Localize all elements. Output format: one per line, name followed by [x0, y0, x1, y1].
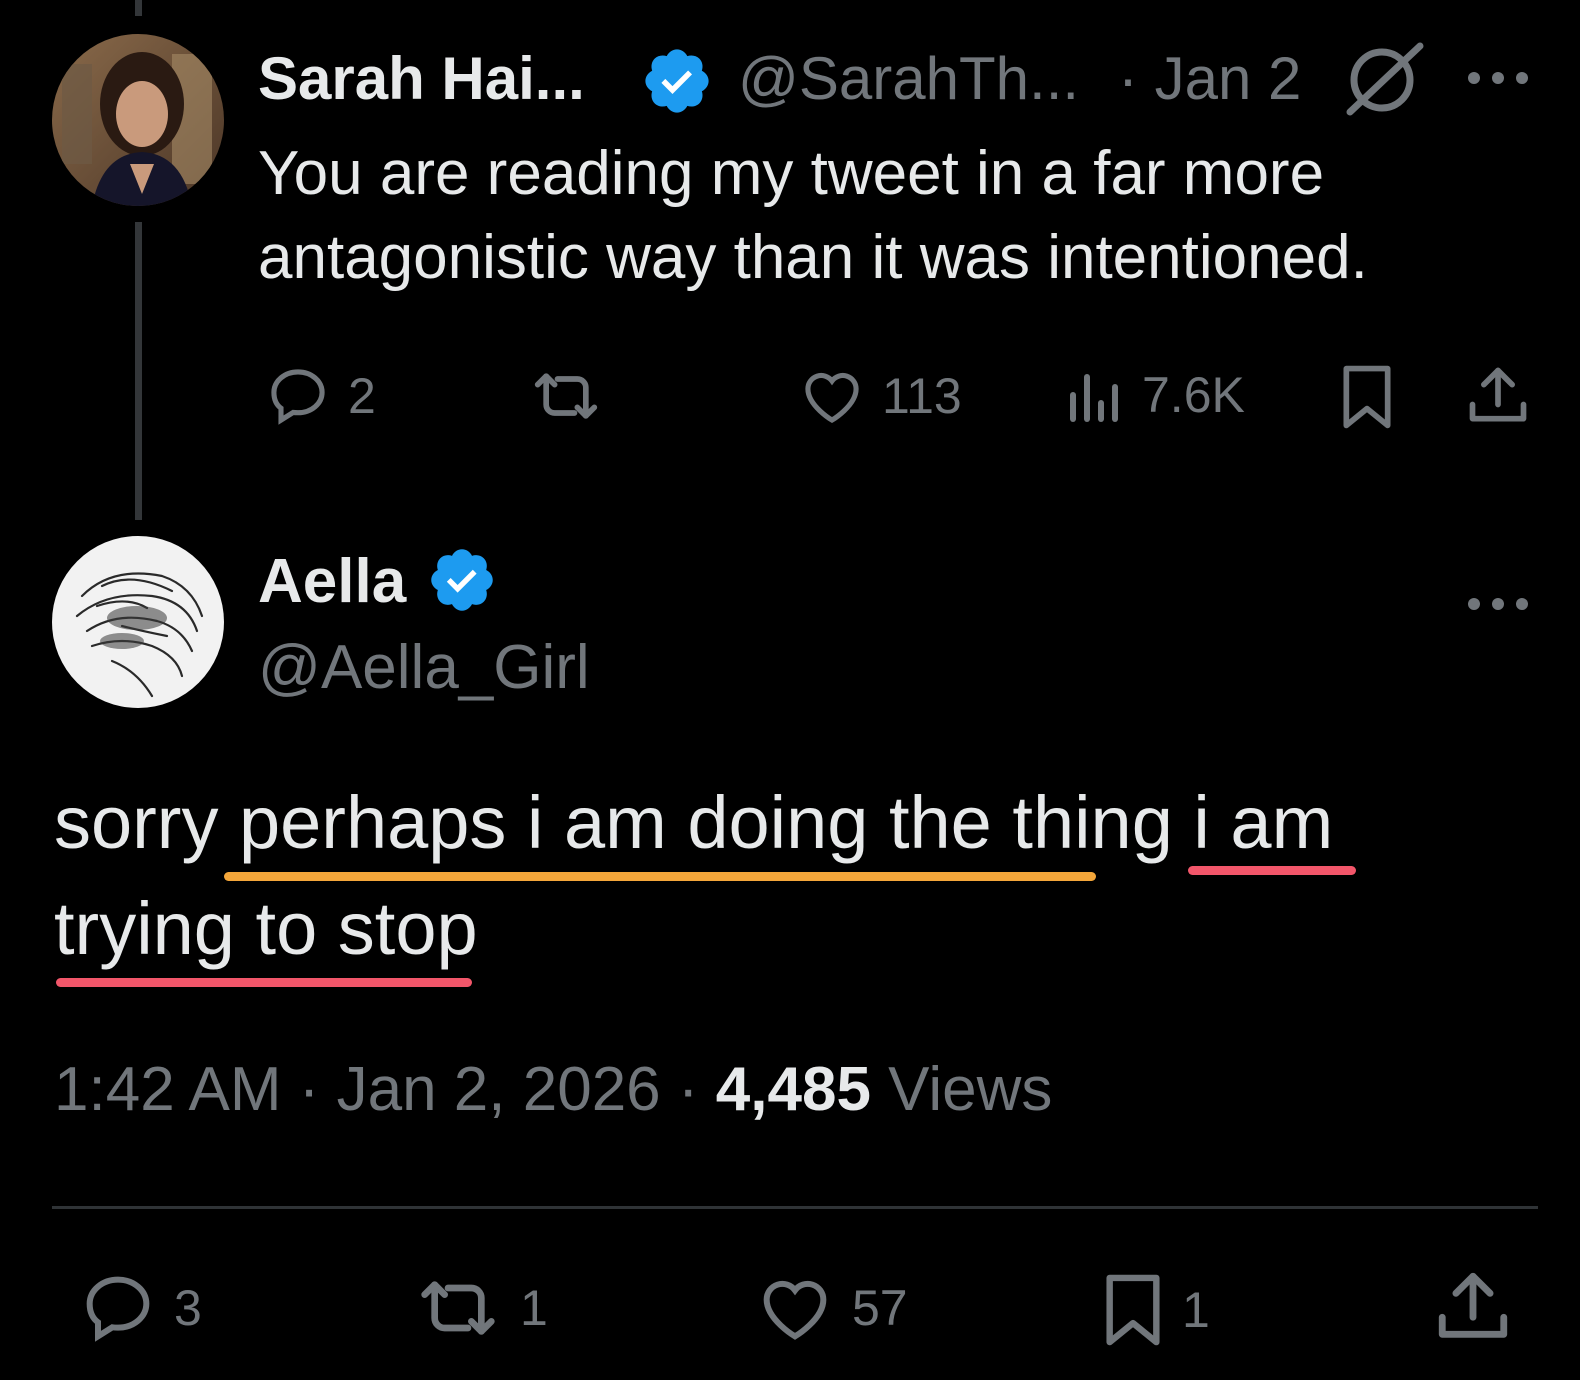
views-count: 4,485 — [715, 1055, 871, 1124]
tweet-text-line2: trying to stop — [54, 887, 478, 970]
verified-badge-icon — [426, 544, 498, 616]
repost-icon — [524, 362, 608, 430]
reply-count: 3 — [174, 1280, 202, 1336]
tweet-meta: 1:42 AM · Jan 2, 2026 · 4,485 Views — [54, 1054, 1052, 1125]
separator: · — [677, 1055, 699, 1124]
repost-button[interactable] — [524, 362, 608, 430]
like-button[interactable]: 57 — [752, 1268, 908, 1348]
verified-badge-icon — [640, 44, 714, 118]
reply-button[interactable]: 3 — [76, 1268, 202, 1348]
divider — [52, 1206, 1538, 1209]
reply-icon — [262, 362, 334, 430]
grok-icon[interactable] — [1340, 40, 1424, 118]
highlight-underline-pink — [1188, 866, 1356, 875]
separator: · — [298, 1055, 320, 1124]
reply-icon — [76, 1268, 160, 1348]
more-options-icon[interactable] — [1466, 70, 1530, 86]
heart-icon — [796, 362, 868, 430]
reply-button[interactable]: 2 — [262, 362, 376, 430]
views-count: 7.6K — [1142, 367, 1245, 423]
repost-icon — [410, 1268, 506, 1348]
share-icon[interactable] — [1464, 362, 1532, 435]
display-name[interactable]: Sarah Hai... — [258, 44, 585, 113]
bookmark-button[interactable]: 1 — [1098, 1268, 1210, 1352]
heart-icon — [752, 1268, 838, 1348]
repost-button[interactable]: 1 — [410, 1268, 548, 1348]
tweet-time[interactable]: 1:42 AM — [54, 1055, 281, 1124]
share-icon[interactable] — [1432, 1266, 1514, 1353]
reply-count: 2 — [348, 368, 376, 424]
display-name[interactable]: Aella — [258, 546, 406, 617]
like-count: 113 — [882, 368, 962, 424]
like-count: 57 — [852, 1280, 908, 1336]
views-button[interactable]: 7.6K — [1066, 362, 1245, 428]
bookmark-icon[interactable] — [1336, 362, 1398, 437]
tweet-date[interactable]: Jan 2, 2026 — [337, 1055, 661, 1124]
analytics-icon — [1066, 362, 1128, 428]
tweet-text-line1: You are reading my tweet in a far more — [258, 139, 1325, 208]
like-button[interactable]: 113 — [796, 362, 962, 430]
thread-connector — [135, 222, 142, 520]
bookmark-count: 1 — [1182, 1282, 1210, 1338]
tweet-text-line1: sorry perhaps i am doing the thing i am — [54, 781, 1334, 864]
views-label: Views — [888, 1055, 1053, 1124]
avatar-sarah[interactable] — [52, 34, 224, 206]
handle[interactable]: @SarahTh... — [738, 44, 1079, 113]
repost-count: 1 — [520, 1280, 548, 1336]
highlight-underline-pink-2 — [56, 978, 472, 987]
thread-connector-top — [135, 0, 142, 16]
bookmark-icon — [1098, 1268, 1168, 1352]
handle[interactable]: @Aella_Girl — [258, 632, 590, 703]
tweet-date[interactable]: · Jan 2 — [1118, 44, 1301, 113]
highlight-underline-orange — [224, 872, 1096, 881]
avatar-aella[interactable] — [52, 536, 224, 708]
more-options-icon[interactable] — [1466, 596, 1530, 612]
tweet-text-line2: antagonistic way than it was intentioned… — [258, 223, 1368, 292]
